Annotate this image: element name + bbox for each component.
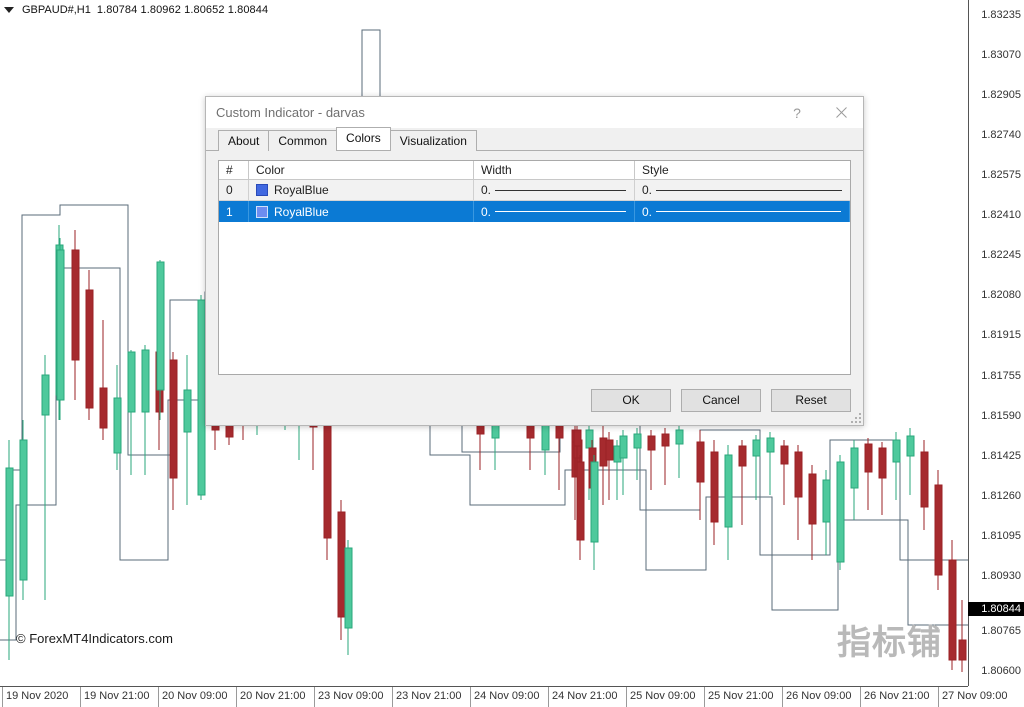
price-tick: 1.81755: [968, 369, 1024, 383]
chart-info-line: GBPAUD#,H1 1.80784 1.80962 1.80652 1.808…: [0, 0, 268, 17]
column-header-color[interactable]: Color: [249, 161, 474, 179]
titlebar-buttons: ?: [775, 97, 863, 128]
time-separator: [548, 687, 549, 707]
table-row[interactable]: 0 RoyalBlue 0. 0.: [219, 180, 850, 201]
tab-visualization[interactable]: Visualization: [390, 130, 477, 151]
colors-grid[interactable]: # Color Width Style 0 RoyalBlue 0.: [218, 160, 851, 375]
column-header-index[interactable]: #: [219, 161, 249, 179]
style-value: 0.: [642, 202, 652, 222]
time-separator: [782, 687, 783, 707]
resize-grip[interactable]: [849, 411, 861, 423]
time-label: 26 Nov 21:00: [864, 690, 929, 702]
width-value: 0.: [481, 202, 491, 222]
width-value: 0.: [481, 180, 491, 200]
time-separator: [938, 687, 939, 707]
cell-color[interactable]: RoyalBlue: [249, 201, 474, 222]
time-separator: [392, 687, 393, 707]
column-header-width[interactable]: Width: [474, 161, 635, 179]
time-label: 23 Nov 21:00: [396, 690, 461, 702]
time-label: 20 Nov 09:00: [162, 690, 227, 702]
price-tick: 1.82245: [968, 248, 1024, 262]
time-label: 23 Nov 09:00: [318, 690, 383, 702]
colors-tab-panel: # Color Width Style 0 RoyalBlue 0.: [206, 151, 863, 425]
price-tick: 1.80765: [968, 624, 1024, 638]
copyright-watermark: © ForexMT4Indicators.com: [16, 631, 173, 646]
dialog-button-bar: OK Cancel Reset: [218, 385, 851, 425]
mt4-chart-window: GBPAUD#,H1 1.80784 1.80962 1.80652 1.808…: [0, 0, 1024, 706]
color-name-label: RoyalBlue: [274, 180, 329, 200]
price-tick: 1.81915: [968, 328, 1024, 342]
style-line-preview-icon: [656, 211, 841, 212]
time-separator: [236, 687, 237, 707]
grid-header-row: # Color Width Style: [219, 161, 850, 180]
color-swatch-icon[interactable]: [256, 184, 268, 196]
time-separator: [626, 687, 627, 707]
cell-style[interactable]: 0.: [635, 201, 850, 222]
price-tick: 1.83235: [968, 8, 1024, 22]
color-name-label: RoyalBlue: [274, 202, 329, 222]
price-tick: 1.81425: [968, 449, 1024, 463]
price-tick: 1.80600: [968, 664, 1024, 678]
price-tick: 1.81260: [968, 489, 1024, 503]
time-label: 24 Nov 21:00: [552, 690, 617, 702]
price-axis[interactable]: 1.83235 1.83070 1.82905 1.82740 1.82575 …: [968, 0, 1024, 686]
style-value: 0.: [642, 180, 652, 200]
chart-symbol-label: GBPAUD#,H1: [22, 4, 91, 16]
price-tick: 1.82410: [968, 208, 1024, 222]
time-label: 24 Nov 09:00: [474, 690, 539, 702]
color-swatch-icon[interactable]: [256, 206, 268, 218]
table-row[interactable]: 1 RoyalBlue 0. 0.: [219, 201, 850, 222]
chart-ohlc-values: 1.80784 1.80962 1.80652 1.80844: [97, 4, 268, 16]
style-line-preview-icon: [656, 190, 842, 191]
width-line-preview-icon: [495, 211, 626, 212]
custom-indicator-dialog[interactable]: Custom Indicator - darvas ? About Common…: [205, 96, 864, 426]
ok-button[interactable]: OK: [591, 389, 671, 412]
time-separator: [470, 687, 471, 707]
time-label: 25 Nov 21:00: [708, 690, 773, 702]
dialog-titlebar[interactable]: Custom Indicator - darvas ?: [206, 97, 863, 129]
cell-index: 1: [219, 201, 249, 222]
price-tick: 1.82740: [968, 128, 1024, 142]
column-header-style[interactable]: Style: [635, 161, 850, 179]
help-icon[interactable]: ?: [775, 97, 819, 128]
cancel-button[interactable]: Cancel: [681, 389, 761, 412]
tab-common[interactable]: Common: [268, 130, 337, 151]
price-tick: 1.81095: [968, 529, 1024, 543]
time-separator: [80, 687, 81, 707]
cell-width[interactable]: 0.: [474, 201, 635, 222]
dialog-tabstrip[interactable]: About Common Colors Visualization: [206, 129, 863, 151]
width-line-preview-icon: [495, 190, 626, 191]
time-separator: [704, 687, 705, 707]
time-label: 27 Nov 09:00: [942, 690, 1007, 702]
time-label: 25 Nov 09:00: [630, 690, 695, 702]
price-tick: 1.82575: [968, 168, 1024, 182]
time-axis[interactable]: 19 Nov 2020 19 Nov 21:00 20 Nov 09:00 20…: [0, 686, 968, 706]
close-icon[interactable]: [819, 97, 863, 128]
time-label: 19 Nov 2020: [6, 690, 68, 702]
time-label: 20 Nov 21:00: [240, 690, 305, 702]
price-tick: 1.81590: [968, 409, 1024, 423]
price-tick: 1.83070: [968, 48, 1024, 62]
price-tick: 1.82080: [968, 288, 1024, 302]
reset-button[interactable]: Reset: [771, 389, 851, 412]
cell-width[interactable]: 0.: [474, 180, 635, 200]
time-separator: [314, 687, 315, 707]
price-tick: 1.80930: [968, 569, 1024, 583]
cell-index: 0: [219, 180, 249, 200]
time-separator: [860, 687, 861, 707]
current-price-tag: 1.80844: [968, 602, 1024, 616]
cell-style[interactable]: 0.: [635, 180, 850, 200]
tab-colors[interactable]: Colors: [336, 127, 391, 150]
time-label: 19 Nov 21:00: [84, 690, 149, 702]
time-label: 26 Nov 09:00: [786, 690, 851, 702]
price-tick: 1.82905: [968, 88, 1024, 102]
chart-menu-arrow-icon[interactable]: [4, 7, 14, 13]
tab-about[interactable]: About: [218, 130, 269, 151]
time-separator: [2, 687, 3, 707]
time-separator: [158, 687, 159, 707]
cell-color[interactable]: RoyalBlue: [249, 180, 474, 200]
dialog-title: Custom Indicator - darvas: [206, 105, 365, 120]
site-watermark: 指标铺: [837, 615, 942, 664]
